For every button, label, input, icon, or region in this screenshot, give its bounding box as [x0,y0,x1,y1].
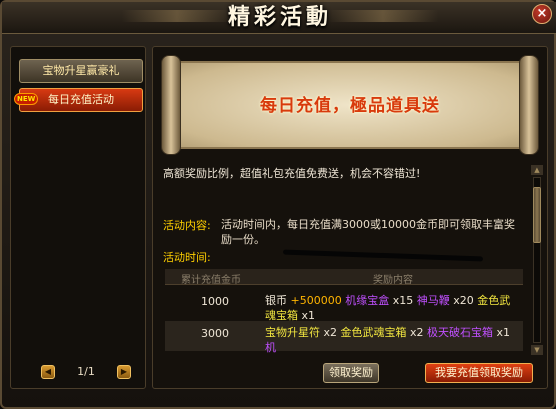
reward-item-text: 金色武魂宝箱 [340,326,411,339]
activity-detail-panel: 每日充值，極品道具送 高额奖励比例，超值礼包充值免费送，机会不容错过! 活动内容… [152,46,548,389]
recharge-amount: 3000 [201,327,229,340]
claim-reward-button[interactable]: 领取奖励 [323,363,379,383]
reward-item-text: 神马鞭 [416,294,454,307]
reward-item-text: x15 [392,294,417,307]
activity-list-panel: 宝物升星赢豪礼 NEW 每日充值活动 ◀ 1/1 ▶ [10,46,146,389]
column-header-amount: 累计充值金币 [181,275,241,286]
close-button[interactable]: × [532,4,552,24]
banner-paper: 每日充值，極品道具送 [177,61,523,149]
activity-item-treasure-star[interactable]: 宝物升星赢豪礼 [19,59,143,83]
banner-scroll: 每日充值，極品道具送 [161,55,539,155]
banner-text: 每日充值，極品道具送 [260,96,440,116]
scrollbar-thumb[interactable] [533,187,541,243]
reward-content: 宝物升星符 x2 金色武魂宝箱 x2 极天破石宝箱 x1 机 [265,325,521,355]
page-indicator: 1/1 [77,365,95,378]
reward-item-text: 宝物升星符 [265,326,324,339]
content-label: 活动内容: [163,219,211,232]
redaction-scribble [282,249,484,262]
activity-item-label: 每日充值活动 [48,93,114,106]
reward-item-text: 机 [265,341,276,354]
column-header-reward: 奖励内容 [373,275,413,286]
window-title: 精彩活動 [227,4,332,30]
scroll-up-arrow-icon[interactable]: ▲ [531,165,543,175]
reward-item-text: +500000 [290,294,346,307]
scroll-rod-left [161,55,181,155]
title-bar: 精彩活動 × [2,2,556,34]
time-label: 活动时间: [163,251,211,264]
content-text: 活动时间内，每日充值满3000或10000金币即可领取丰富奖励一份。 [221,218,515,246]
activity-window: 精彩活動 × 宝物升星赢豪礼 NEW 每日充值活动 ◀ 1/1 ▶ 每日充值，極… [0,0,556,409]
pager: ◀ 1/1 ▶ [41,363,131,381]
prev-page-button[interactable]: ◀ [41,365,55,379]
content-scrollbar[interactable]: ▲ ▼ [531,165,543,355]
activity-description: 高额奖励比例，超值礼包充值免费送，机会不容错过! [163,167,421,180]
next-page-button[interactable]: ▶ [117,365,131,379]
reward-item-text: 银币 [265,294,291,307]
scroll-down-arrow-icon[interactable]: ▼ [531,345,543,355]
reward-item-text: x2 [323,326,341,339]
activity-content: 高额奖励比例，超值礼包充值免费送，机会不容错过! 活动内容: 活动时间内，每日充… [163,161,523,357]
reward-item-text: x1 [496,326,511,339]
reward-item-text: x20 [453,294,478,307]
reward-item-text: x2 [410,326,428,339]
table-row: 1000 银币 +500000 机缘宝盒 x15 神马鞭 x20 金色武魂宝箱 … [165,289,523,323]
table-row: 3000 宝物升星符 x2 金色武魂宝箱 x2 极天破石宝箱 x1 机 [165,321,523,354]
scroll-rod-right [519,55,539,155]
new-badge: NEW [14,93,39,105]
recharge-claim-button[interactable]: 我要充值领取奖励 [425,363,533,383]
recharge-amount: 1000 [201,295,229,308]
table-header: 累计充值金币 奖励内容 [165,269,523,286]
reward-content: 银币 +500000 机缘宝盒 x15 神马鞭 x20 金色武魂宝箱 x1 [265,293,521,323]
activity-item-daily-recharge[interactable]: NEW 每日充值活动 [14,88,143,112]
reward-item-text: 极天破石宝箱 [427,326,497,339]
activity-item-label: 宝物升星赢豪礼 [42,64,120,77]
reward-item-text: 机缘宝盒 [345,294,393,307]
